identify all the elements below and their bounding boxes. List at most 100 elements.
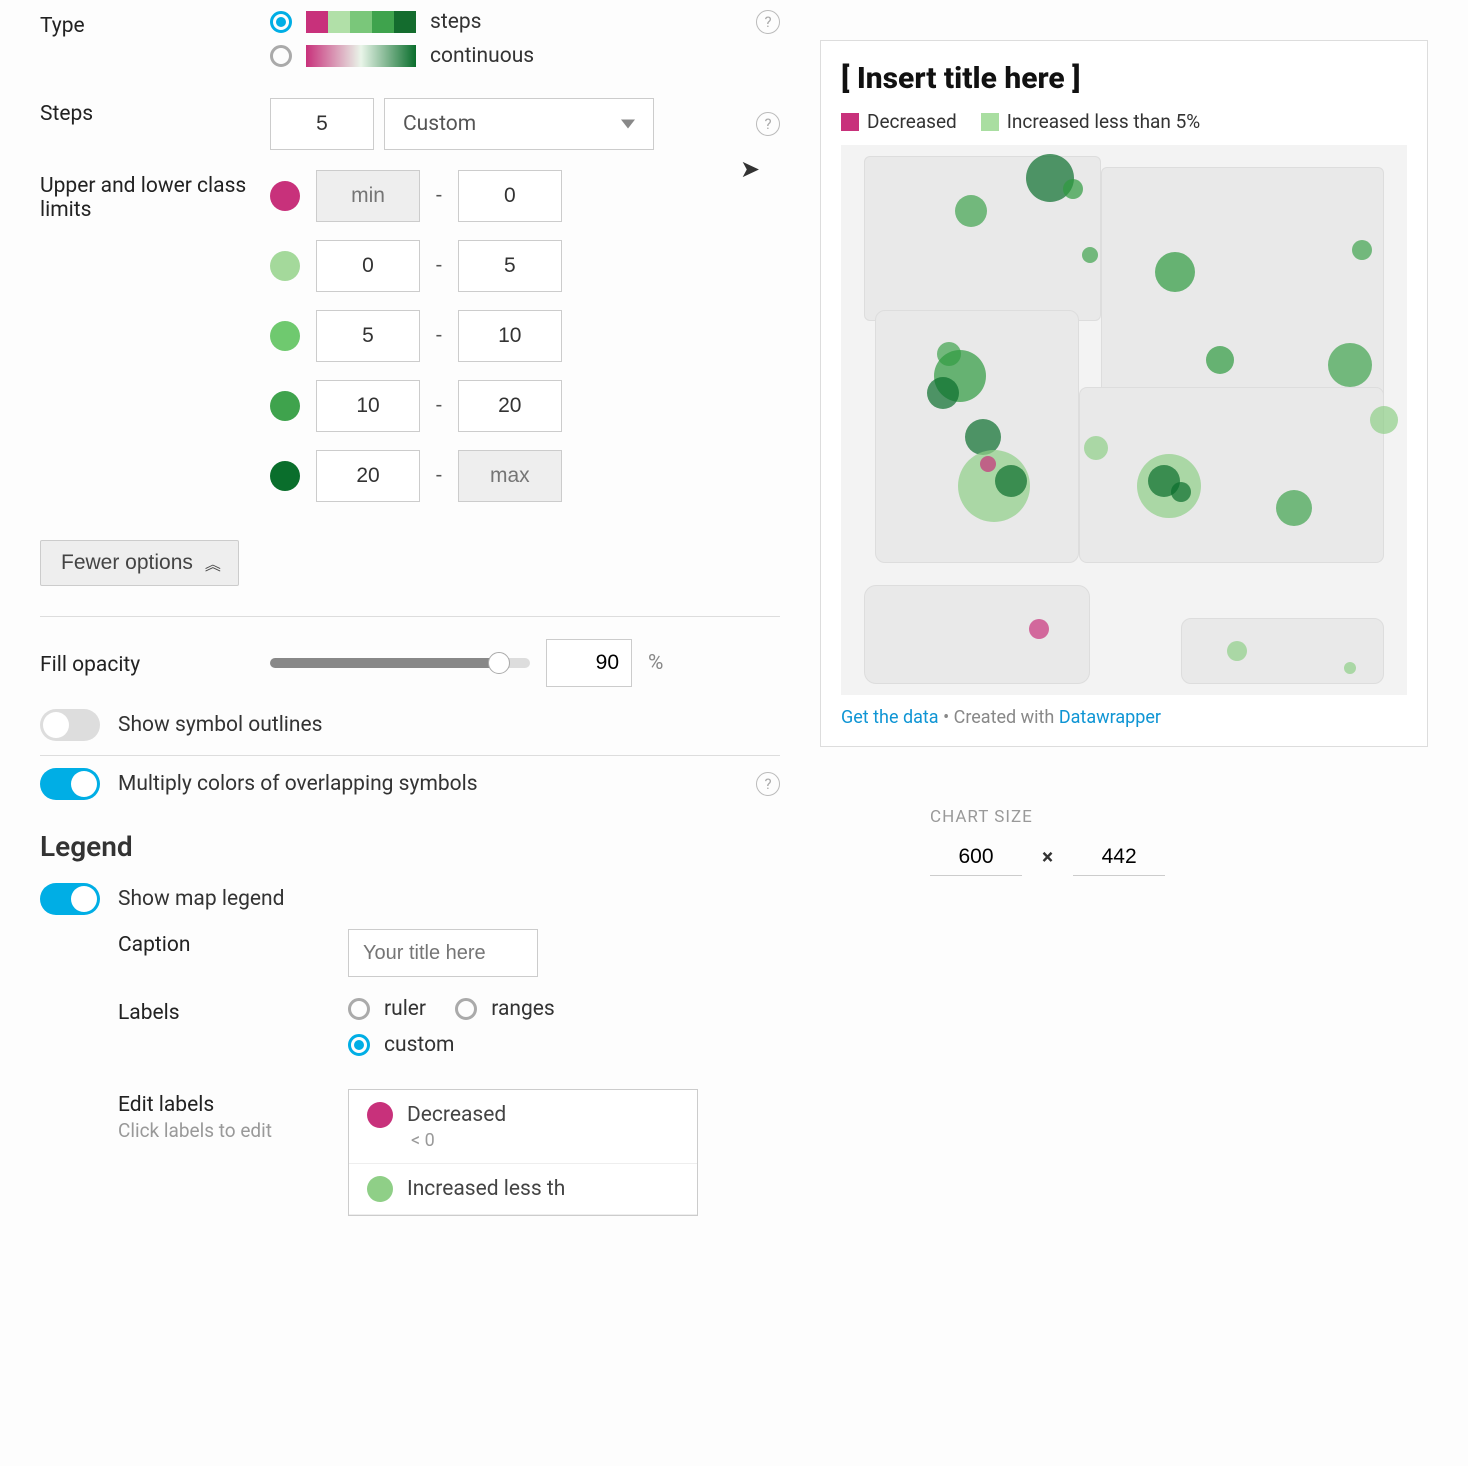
color-swatch[interactable] [270, 321, 300, 351]
labels-radio-custom[interactable] [348, 1034, 370, 1056]
legend-chip-swatch [981, 113, 999, 131]
labels-radio-ruler[interactable] [348, 998, 370, 1020]
caption-input[interactable] [348, 929, 538, 977]
show-legend-label: Show map legend [118, 887, 284, 911]
dash: - [436, 184, 442, 208]
map-bubble [1227, 641, 1247, 661]
limit-hi-input[interactable] [458, 170, 562, 222]
fewer-options-button[interactable]: Fewer options ︽ [40, 540, 239, 586]
type-radio-continuous[interactable] [270, 45, 292, 67]
steps-label: Steps [40, 98, 270, 126]
labels-radio-ranges[interactable] [455, 998, 477, 1020]
chart-size-label: CHART SIZE [930, 807, 1428, 827]
map-bubble [1344, 662, 1356, 674]
fewer-options-label: Fewer options [61, 551, 193, 575]
color-swatch[interactable] [270, 391, 300, 421]
map-bubble [1206, 346, 1234, 374]
labels-label: Labels [118, 997, 348, 1025]
limit-row: - [270, 380, 780, 432]
chart-width-input[interactable] [930, 839, 1022, 876]
limit-hi-input[interactable] [458, 450, 562, 502]
color-swatch [367, 1176, 393, 1202]
color-swatch[interactable] [270, 181, 300, 211]
labels-option-ruler: ruler [384, 997, 426, 1021]
opacity-slider-thumb[interactable] [488, 652, 510, 674]
opacity-label: Fill opacity [40, 649, 270, 677]
labels-option-custom: custom [384, 1033, 454, 1057]
limit-hi-input[interactable] [458, 380, 562, 432]
help-icon[interactable]: ? [756, 10, 780, 34]
dash: - [436, 464, 442, 488]
edit-labels-label: Edit labels [118, 1093, 348, 1117]
edit-label-range: < 0 [411, 1130, 679, 1151]
help-icon[interactable]: ? [756, 112, 780, 136]
outlines-label: Show symbol outlines [118, 713, 322, 737]
limit-row: - [270, 240, 780, 292]
get-data-link[interactable]: Get the data [841, 707, 939, 728]
legend-chip-swatch [841, 113, 859, 131]
opacity-input[interactable] [546, 639, 632, 687]
legend-chip: Increased less than 5% [981, 110, 1200, 133]
map-bubble [1171, 482, 1191, 502]
dash: - [436, 394, 442, 418]
show-legend-toggle[interactable] [40, 883, 100, 915]
steps-count-input[interactable] [270, 98, 374, 150]
preview-title: [ Insert title here ] [841, 61, 1407, 96]
opacity-slider[interactable] [270, 658, 530, 668]
legend-chip-label: Decreased [867, 110, 957, 133]
map-bubble [1276, 490, 1312, 526]
map-bubble [927, 377, 959, 409]
help-icon[interactable]: ? [756, 772, 780, 796]
edit-label-item[interactable]: Decreased < 0 [349, 1090, 697, 1164]
limit-lo-input[interactable] [316, 450, 420, 502]
limit-lo-input[interactable] [316, 380, 420, 432]
outlines-toggle[interactable] [40, 709, 100, 741]
map-bubble [1328, 343, 1372, 387]
limit-row: - [270, 310, 780, 362]
color-swatch[interactable] [270, 251, 300, 281]
legend-chip-label: Increased less than 5% [1007, 110, 1200, 133]
preview-map [841, 145, 1407, 695]
limit-lo-input[interactable] [316, 310, 420, 362]
map-bubble [995, 465, 1027, 497]
chart-height-input[interactable] [1073, 839, 1165, 876]
steps-mode-select[interactable]: Custom [384, 98, 654, 150]
edit-label-item[interactable]: Increased less th [349, 1164, 697, 1215]
map-bubble [1084, 436, 1108, 460]
color-swatch[interactable] [270, 461, 300, 491]
edit-labels-hint: Click labels to edit [118, 1119, 348, 1142]
limit-lo-input[interactable] [316, 240, 420, 292]
multiply-toggle[interactable] [40, 768, 100, 800]
dash: - [436, 324, 442, 348]
legend-chip: Decreased [841, 110, 957, 133]
palette-steps-icon [306, 11, 416, 33]
map-bubble [1370, 406, 1398, 434]
limits-label: Upper and lower class limits [40, 170, 270, 222]
map-bubble [1352, 240, 1372, 260]
dash: - [436, 254, 442, 278]
chevrons-up-icon: ︽ [205, 551, 218, 575]
type-option-continuous: continuous [430, 44, 534, 68]
legend-heading: Legend [40, 830, 780, 863]
caption-label: Caption [118, 929, 348, 957]
limit-hi-input[interactable] [458, 240, 562, 292]
footer-sep: • [943, 707, 954, 728]
multiply-label: Multiply colors of overlapping symbols [118, 772, 478, 796]
created-with-text: Created with [954, 707, 1055, 728]
map-bubble [1029, 619, 1049, 639]
map-bubble [1155, 252, 1195, 292]
limit-lo-input[interactable] [316, 170, 420, 222]
map-bubble [1063, 179, 1083, 199]
edit-labels-box: Decreased < 0 Increased less th [348, 1089, 698, 1216]
labels-option-ranges: ranges [491, 997, 555, 1021]
preview-card: [ Insert title here ] Decreased Increased… [820, 40, 1428, 747]
limit-row: - [270, 450, 780, 502]
color-swatch [367, 1102, 393, 1128]
edit-label-text: Decreased [407, 1103, 506, 1127]
datawrapper-link[interactable]: Datawrapper [1059, 707, 1161, 728]
percent-sign: % [648, 651, 663, 675]
map-bubble [1082, 247, 1098, 263]
limit-hi-input[interactable] [458, 310, 562, 362]
palette-continuous-icon [306, 45, 416, 67]
type-radio-steps[interactable] [270, 11, 292, 33]
